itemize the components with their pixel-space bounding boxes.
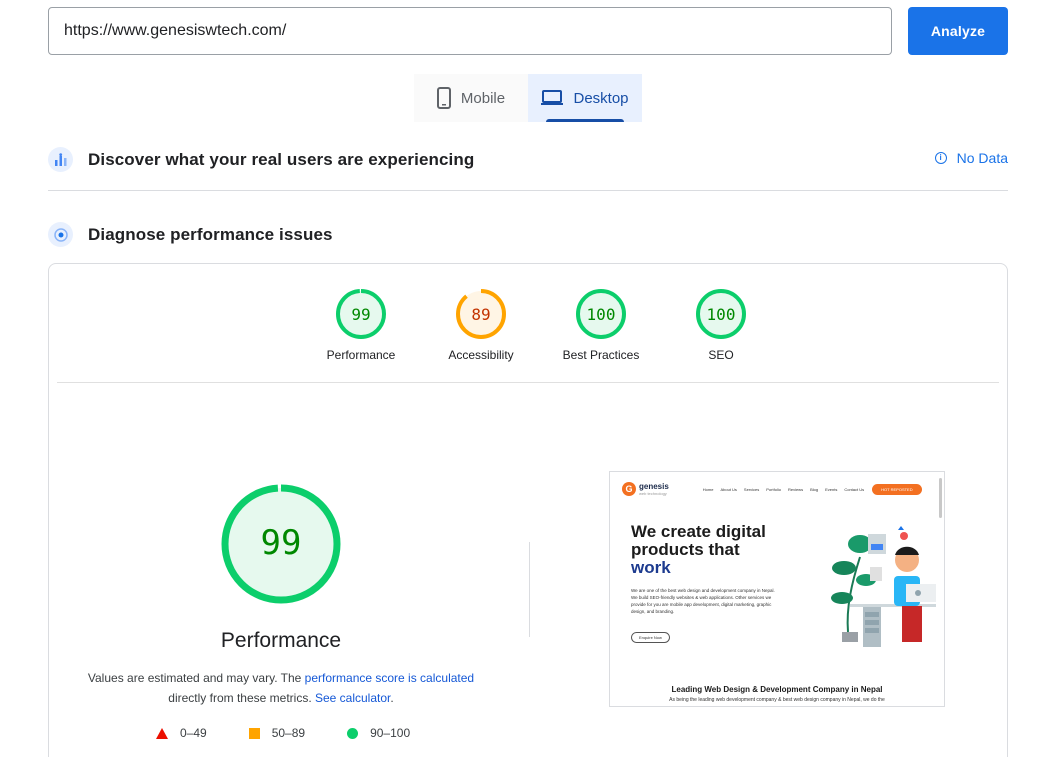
- gauge-performance-value: 99: [351, 305, 370, 324]
- note-text-2: directly from these metrics.: [168, 691, 315, 705]
- thumb-footer-text: As being the leading web development com…: [669, 697, 885, 703]
- thumb-headline-2: products that: [631, 540, 740, 559]
- legend-average-range: 50–89: [271, 726, 306, 740]
- device-tabs: Mobile Desktop: [414, 74, 642, 122]
- thumb-headline-1: We create digital: [631, 522, 766, 541]
- thumb-logo-mark: G: [622, 482, 636, 496]
- score-gauges: 99 Performance 89 Accessibility 100 Best…: [301, 288, 781, 362]
- legend-fail-range: 0–49: [180, 726, 207, 740]
- thumb-illustration: [831, 526, 936, 647]
- tab-mobile[interactable]: Mobile: [414, 74, 528, 122]
- thumb-nav-link: Contact Us: [844, 486, 865, 492]
- performance-score-link[interactable]: performance score is calculated: [305, 671, 474, 685]
- final-screenshot[interactable]: G genesis web technology Home About Us S…: [609, 471, 945, 707]
- thumb-paragraph: We are one of the best web design and de…: [631, 588, 775, 614]
- gauge-accessibility[interactable]: 89 Accessibility: [421, 288, 541, 362]
- info-icon: i: [934, 152, 947, 164]
- thumb-nav-link: Services: [743, 486, 760, 492]
- gauge-accessibility-label: Accessibility: [448, 348, 514, 362]
- see-calculator-link[interactable]: See calculator: [315, 691, 390, 705]
- performance-big-gauge: 99: [221, 484, 341, 604]
- thumb-headline: We create digital products that work: [631, 523, 766, 577]
- thumb-logo-name: genesis: [639, 481, 669, 491]
- target-icon: [48, 222, 73, 247]
- users-chart-icon: [48, 147, 73, 172]
- note-text-3: .: [390, 691, 394, 705]
- field-data-title: Discover what your real users are experi…: [88, 149, 475, 169]
- no-data-label: No Data: [956, 150, 1008, 166]
- no-data-status[interactable]: i No Data: [934, 150, 1008, 166]
- score-legend: 0–49 50–89 90–100: [156, 726, 452, 740]
- gauge-seo-ring: 100: [696, 289, 746, 339]
- legend-fail: 0–49: [156, 726, 207, 740]
- gauge-accessibility-ring: 89: [456, 289, 506, 339]
- thumb-headline-3: work: [631, 558, 671, 577]
- gauge-best-practices-label: Best Practices: [562, 348, 640, 362]
- lab-data-title: Diagnose performance issues: [88, 224, 333, 244]
- score-note: Values are estimated and may vary. The p…: [71, 668, 491, 708]
- gauge-best-practices-value: 100: [587, 305, 616, 324]
- thumb-footer-heading: Leading Web Design & Development Company…: [671, 685, 883, 694]
- gauge-performance[interactable]: 99 Performance: [301, 288, 421, 362]
- thumb-navbar: G genesis web technology Home About Us S…: [610, 472, 944, 506]
- thumb-nav-link: Portfolio: [766, 486, 781, 492]
- analyze-button[interactable]: Analyze: [908, 7, 1008, 55]
- performance-title: Performance: [220, 629, 342, 652]
- card-divider: [57, 382, 999, 383]
- tab-mobile-label: Mobile: [460, 89, 506, 107]
- thumb-logo: G genesis web technology: [622, 482, 669, 496]
- phone-icon: [436, 87, 451, 109]
- thumb-logo-sub: web technology: [639, 490, 667, 496]
- square-icon: [248, 727, 260, 739]
- gauge-seo-label: SEO: [708, 348, 734, 362]
- gauge-performance-label: Performance: [326, 348, 396, 362]
- field-data-heading: Discover what your real users are experi…: [48, 147, 474, 172]
- legend-pass-range: 90–100: [370, 726, 411, 740]
- triangle-icon: [156, 727, 168, 739]
- thumb-nav-link: Reviews: [787, 486, 804, 492]
- report-card: 99 Performance 89 Accessibility 100 Best…: [48, 263, 1008, 757]
- circle-icon: [347, 727, 359, 739]
- laptop-icon: [541, 90, 564, 106]
- tab-desktop-label: Desktop: [573, 89, 629, 107]
- performance-big-value: 99: [261, 523, 302, 563]
- gauge-seo-value: 100: [707, 305, 736, 324]
- gauge-best-practices-ring: 100: [576, 289, 626, 339]
- legend-average: 50–89: [248, 726, 306, 740]
- url-input[interactable]: [48, 7, 892, 55]
- thumb-nav-link: Blog: [810, 486, 819, 492]
- thumb-nav-link: About Us: [720, 486, 737, 492]
- gauge-performance-ring: 99: [336, 289, 386, 339]
- note-text-1: Values are estimated and may vary. The: [87, 671, 305, 685]
- vertical-divider: [529, 542, 530, 637]
- tab-desktop[interactable]: Desktop: [528, 74, 642, 122]
- thumb-nav-link: Events: [825, 486, 838, 492]
- gauge-best-practices[interactable]: 100 Best Practices: [541, 288, 661, 362]
- lab-data-heading: Diagnose performance issues: [48, 222, 333, 247]
- thumb-nav-links: Home About Us Services Portfolio Reviews…: [703, 487, 864, 492]
- gauge-accessibility-value: 89: [471, 305, 490, 324]
- thumb-button: Enquire Now: [631, 632, 670, 643]
- thumb-cta: HOT REPOSTED: [872, 483, 922, 495]
- legend-pass: 90–100: [347, 726, 410, 740]
- thumb-nav-link: Home: [702, 486, 714, 492]
- gauge-seo[interactable]: 100 SEO: [661, 288, 781, 362]
- section-divider: [48, 190, 1008, 191]
